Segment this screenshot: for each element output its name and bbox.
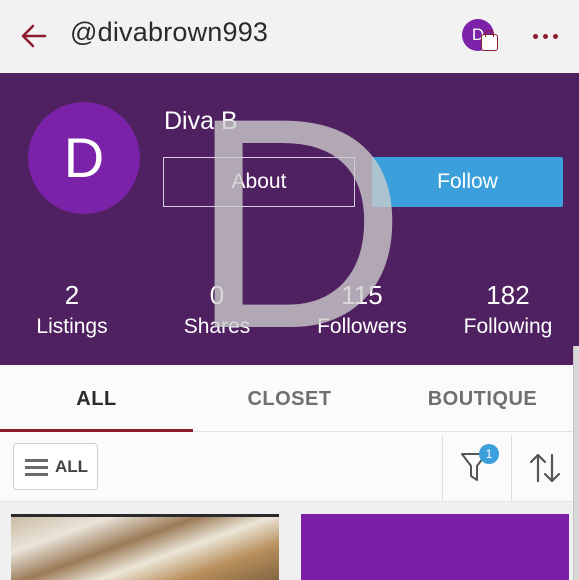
stat-label: Shares — [183, 315, 251, 338]
listing-grid — [0, 502, 579, 580]
tab-all[interactable]: ALL — [0, 365, 193, 432]
stat-followers[interactable]: 115 Followers — [292, 280, 432, 342]
follow-button[interactable]: Follow — [372, 157, 563, 207]
category-all-button[interactable]: ALL — [13, 443, 98, 490]
filter-bar: ALL 1 — [0, 432, 579, 502]
tab-closet[interactable]: CLOSET — [193, 365, 386, 432]
listing-thumbnail[interactable] — [301, 514, 569, 580]
stat-listings[interactable]: 2 Listings — [2, 280, 142, 342]
top-bar: @divabrown993 D — [0, 0, 579, 73]
profile-header: D Diva B About Follow 2 Listings 0 Share… — [0, 73, 579, 365]
more-dot — [553, 34, 558, 39]
listing-thumbnail[interactable] — [11, 514, 279, 580]
divider — [442, 435, 443, 500]
menu-icon — [25, 459, 48, 476]
stat-value: 2 — [64, 280, 80, 310]
more-options-button[interactable] — [530, 24, 562, 48]
filter-count-badge: 1 — [479, 444, 499, 464]
closet-tabs: ALL CLOSET BOUTIQUE — [0, 365, 579, 432]
more-dots-icon — [533, 34, 538, 39]
profile-handle: @divabrown993 — [70, 17, 269, 47]
tab-boutique[interactable]: BOUTIQUE — [386, 365, 579, 432]
stat-value: 0 — [209, 280, 225, 310]
about-button[interactable]: About — [163, 157, 355, 207]
stat-label: Following — [463, 315, 553, 338]
scrollbar[interactable] — [573, 346, 579, 580]
category-label: ALL — [55, 457, 89, 476]
divider — [511, 435, 512, 500]
profile-avatar: D — [28, 102, 140, 214]
profile-name: Diva B — [164, 107, 238, 135]
back-button[interactable] — [18, 20, 50, 52]
arrow-left-icon — [21, 24, 47, 48]
sort-button[interactable] — [527, 449, 563, 487]
stat-shares[interactable]: 0 Shares — [147, 280, 287, 342]
stat-label: Followers — [317, 315, 407, 338]
shopping-bag-icon — [481, 30, 498, 51]
stat-value: 182 — [486, 280, 530, 310]
stat-value: 115 — [341, 280, 383, 310]
stat-following[interactable]: 182 Following — [438, 280, 578, 342]
stat-label: Listings — [36, 315, 108, 338]
more-dot — [543, 34, 548, 39]
sort-arrows-icon — [529, 453, 561, 483]
